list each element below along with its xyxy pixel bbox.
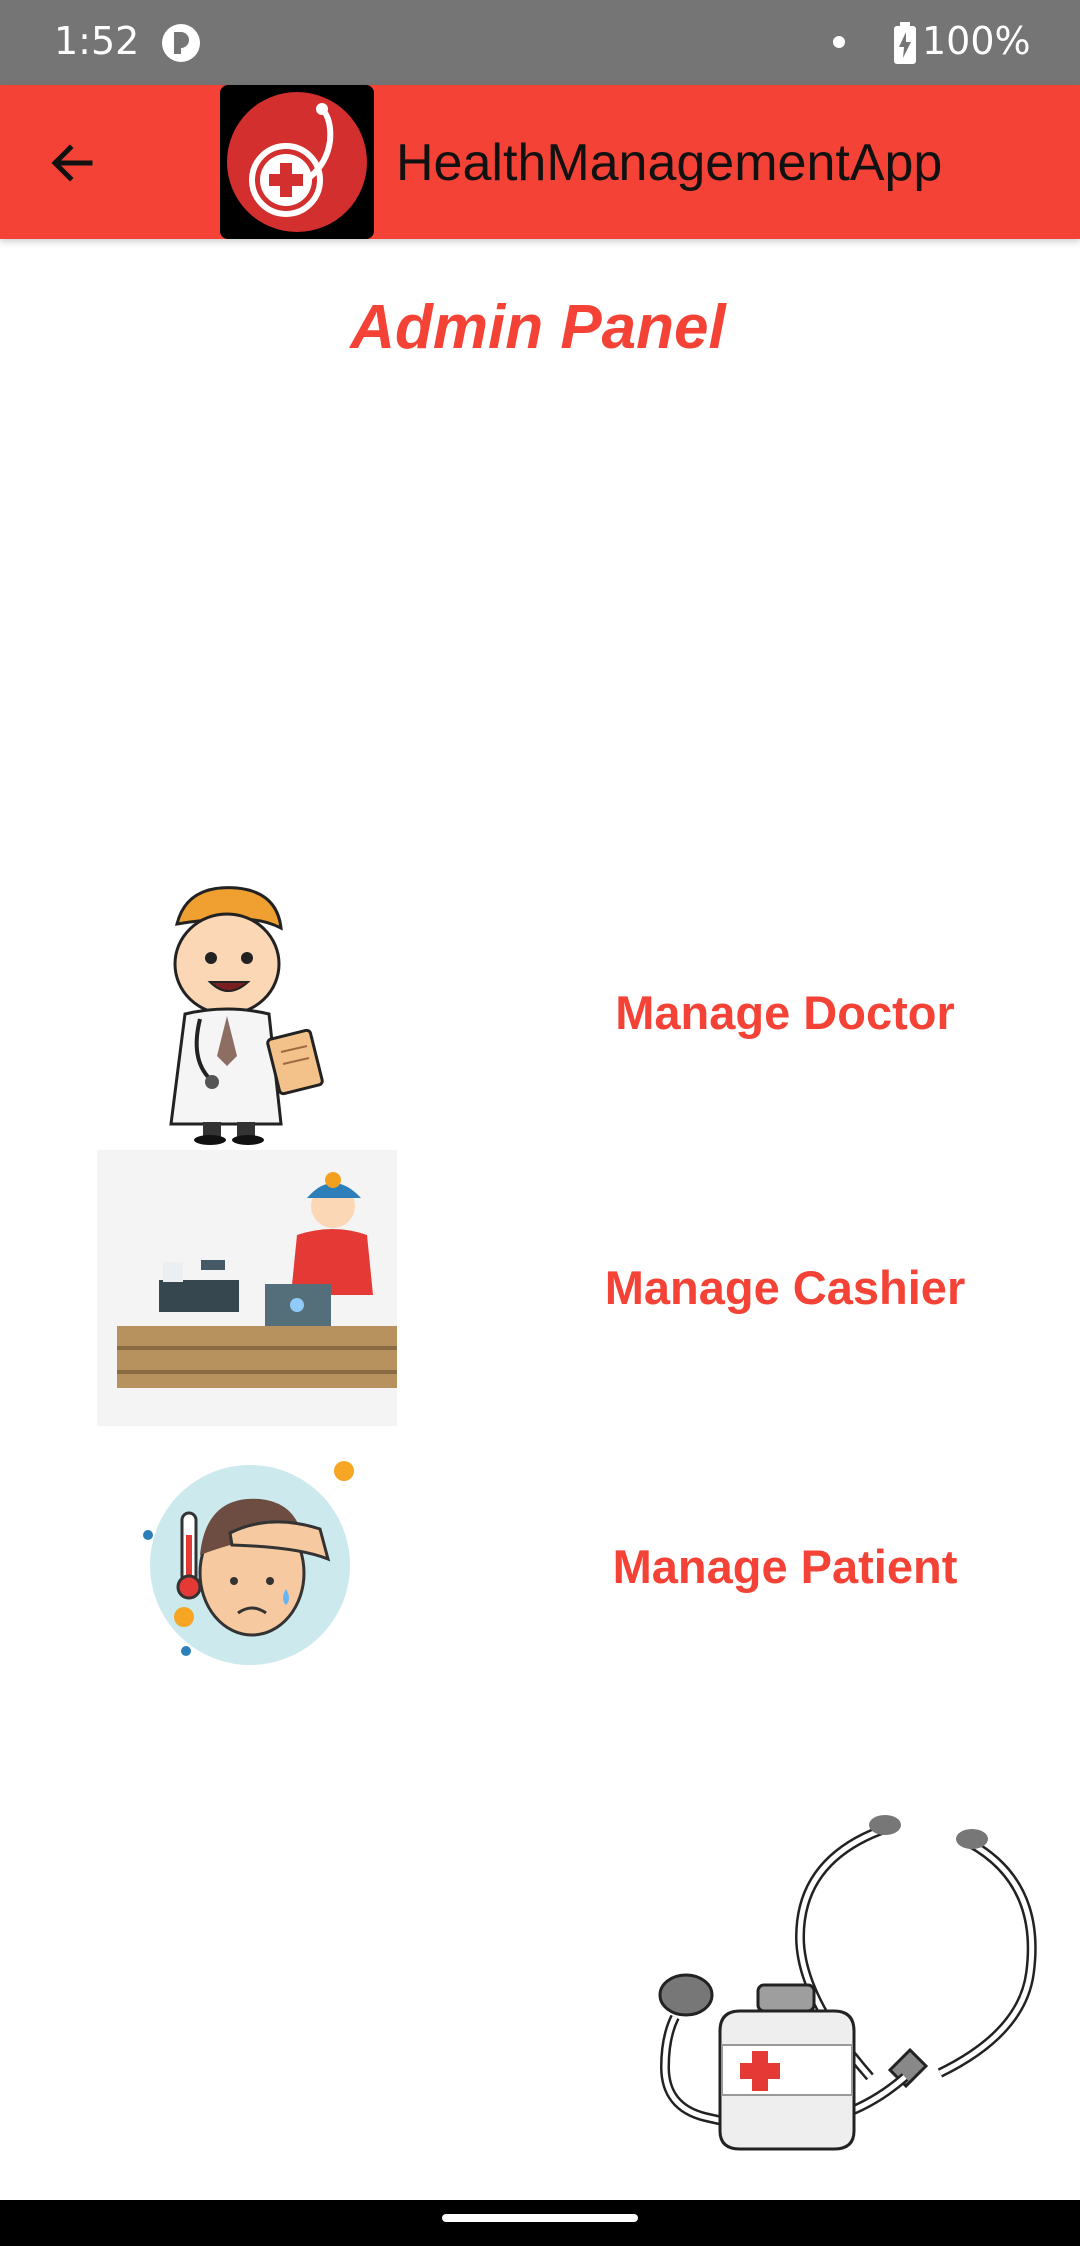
manage-patient-label[interactable]: Manage Patient xyxy=(560,1537,1010,1597)
app-title: HealthManagementApp xyxy=(396,134,943,192)
battery-charging-icon xyxy=(894,22,916,64)
system-navigation-bar xyxy=(0,2200,1080,2246)
status-time: 1:52 xyxy=(54,19,140,63)
cashier-illustration xyxy=(97,1150,397,1426)
sick-patient-illustration xyxy=(143,1461,354,1665)
status-bar: 1:52 100% xyxy=(0,0,1080,85)
battery-percentage: 100% xyxy=(922,19,1031,63)
notification-dot-icon xyxy=(833,36,845,48)
stethoscope-bottle-illustration xyxy=(658,1815,1037,2151)
manage-doctor-row[interactable]: Manage Doctor xyxy=(0,878,1080,1148)
home-gesture-handle[interactable] xyxy=(442,2214,638,2222)
manage-doctor-label[interactable]: Manage Doctor xyxy=(560,983,1010,1043)
manage-cashier-row[interactable]: Manage Cashier xyxy=(0,1148,1080,1426)
manage-patient-row[interactable]: Manage Patient xyxy=(0,1425,1080,1695)
app-notification-icon xyxy=(162,24,200,62)
page-title: Admin Panel xyxy=(350,293,726,362)
app-bar: HealthManagementApp xyxy=(0,85,1080,239)
manage-cashier-label[interactable]: Manage Cashier xyxy=(560,1258,1010,1318)
stethoscope-cross-icon xyxy=(227,92,367,232)
app-logo xyxy=(220,85,374,239)
doctor-illustration xyxy=(169,886,324,1145)
back-arrow-icon[interactable] xyxy=(44,135,100,191)
